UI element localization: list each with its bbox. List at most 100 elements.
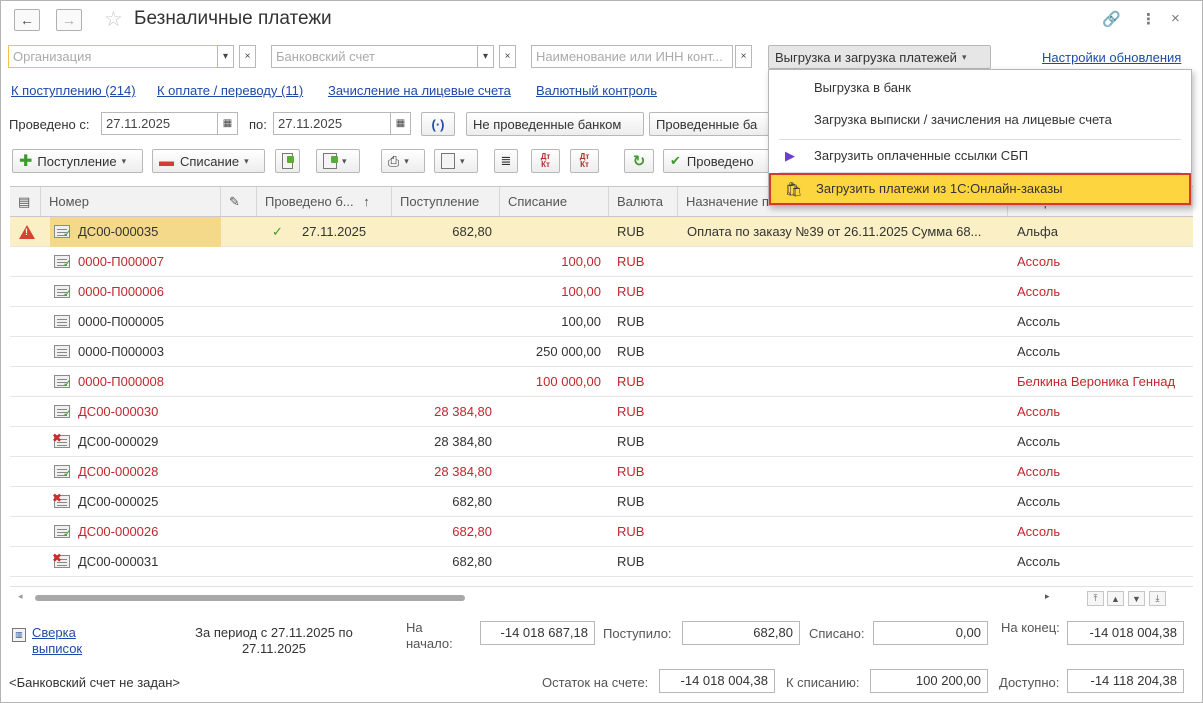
menu-item-load-statement[interactable]: Загрузка выписки / зачисления на лицевые… [769, 104, 1191, 136]
kt-dt-icon: Дт Кт [579, 152, 590, 169]
create-based-on-button[interactable]: ▾ [316, 149, 360, 173]
sbp-icon: ▶ [785, 148, 795, 163]
table-row[interactable]: ✓ 0000-П000006 100,00 RUB Ассоль [10, 277, 1193, 307]
calendar-from-button[interactable]: ▦ [217, 112, 238, 135]
start-balance-value: -14 018 687,18 [480, 621, 595, 645]
personal-accounts-link[interactable]: Зачисление на лицевые счета [328, 83, 511, 98]
table-row[interactable]: ✖ ДС00-000031 682,80 RUB Ассоль [10, 547, 1193, 577]
period-icon: (·) [431, 116, 445, 132]
chevron-down-icon: ▾ [961, 51, 967, 62]
list-button[interactable]: ≣ [494, 149, 518, 173]
table-row[interactable]: ! ✓ ДС00-000035 ✓ 27.11.2025 682,80 RUB … [10, 217, 1193, 247]
table-row[interactable]: ✖ ДС00-000029 28 384,80 RUB Ассоль [10, 427, 1193, 457]
currency-control-link[interactable]: Валютный контроль [536, 83, 657, 98]
scroll-top-button[interactable]: ⤒ [1087, 591, 1104, 606]
horizontal-scrollbar[interactable]: ◂ ▸ ⤒ ▲ ▼ ⤓ [10, 586, 1193, 606]
scrollbar-thumb[interactable] [35, 595, 465, 601]
table-row[interactable]: ✓ 0000-П000007 100,00 RUB Ассоль [10, 247, 1193, 277]
to-payment-link[interactable]: К оплате / переводу (11) [157, 83, 303, 98]
table-row[interactable]: 0000-П000003 250 000,00 RUB Ассоль [10, 337, 1193, 367]
cell-number: ДС00-000031 [78, 554, 159, 569]
back-button[interactable]: ← [14, 9, 40, 31]
end-balance-value: -14 018 004,38 [1067, 621, 1184, 645]
cell-counterparty: Белкина Вероника Геннад [1017, 374, 1176, 389]
scroll-down-button[interactable]: ▼ [1128, 591, 1145, 606]
writeoff-create-button[interactable]: ▬ Списание ▾ [152, 149, 265, 173]
payments-table: ! ✓ ДС00-000035 ✓ 27.11.2025 682,80 RUB … [10, 217, 1193, 585]
posted-filter-button[interactable]: Проведенные ба [649, 112, 769, 136]
cell-receipt: 682,80 [452, 554, 492, 569]
calendar-to-button[interactable]: ▦ [390, 112, 411, 135]
cell-counterparty: Ассоль [1017, 524, 1061, 539]
organization-dropdown-button[interactable]: ▾ [217, 45, 234, 68]
table-row[interactable]: ✓ ДС00-000028 28 384,80 RUB Ассоль [10, 457, 1193, 487]
reports-button[interactable]: ▾ [434, 149, 478, 173]
bank-account-input[interactable]: Банковский счет [271, 45, 478, 68]
dt-kt-button[interactable]: Дт Кт [531, 149, 560, 173]
refresh-button[interactable]: ↻ [624, 149, 654, 173]
receipt-create-button[interactable]: ✚ Поступление ▾ [12, 149, 143, 173]
reconciliation-link[interactable]: Сверка выписок [32, 625, 102, 657]
table-row[interactable]: ✓ ДС00-000026 682,80 RUB Ассоль [10, 517, 1193, 547]
unload-load-payments-button[interactable]: Выгрузка и загрузка платежей ▾ [768, 45, 991, 69]
chevron-down-icon: ▾ [482, 51, 489, 62]
bank-account-not-set: <Банковский счет не задан> [9, 675, 180, 690]
copy-button[interactable] [275, 149, 300, 173]
header-posted-by-bank[interactable]: Проведено б... ↑ [257, 187, 392, 216]
header-attachment[interactable]: ✎ [221, 187, 257, 216]
account-balance-value: -14 018 004,38 [659, 669, 775, 693]
print-button[interactable]: ⎙ ▾ [381, 149, 425, 173]
period-choose-button[interactable]: (·) [421, 112, 455, 136]
update-settings-link[interactable]: Настройки обновления [1042, 50, 1181, 65]
cell-currency: RUB [617, 554, 645, 569]
document-icon [54, 345, 70, 358]
print-icon: ⎙ [388, 152, 400, 169]
cell-number: ДС00-000030 [78, 404, 159, 419]
counterparty-clear-button[interactable]: × [735, 45, 752, 68]
header-number[interactable]: Номер [41, 187, 221, 216]
bank-account-dropdown-button[interactable]: ▾ [477, 45, 494, 68]
counterparty-search-input[interactable]: Наименование или ИНН конт... [531, 45, 733, 68]
organization-clear-button[interactable]: × [239, 45, 256, 68]
cell-counterparty: Ассоль [1017, 464, 1061, 479]
forward-button[interactable]: → [56, 9, 82, 31]
organization-input[interactable]: Организация [8, 45, 218, 68]
close-icon[interactable]: × [1171, 10, 1180, 27]
account-balance-label: Остаток на счете: [542, 675, 649, 690]
document-icon [54, 315, 70, 328]
menu-item-load-online-orders[interactable]: 🛍 Загрузить платежи из 1С:Онлайн-заказы [769, 173, 1191, 205]
not-posted-filter-button[interactable]: Не проведенные банком [466, 112, 644, 136]
kt-dt-button[interactable]: Дт Кт [570, 149, 599, 173]
menu-item-unload-to-bank[interactable]: Выгрузка в банк [769, 72, 1191, 104]
cell-counterparty: Ассоль [1017, 314, 1061, 329]
header-writeoff[interactable]: Списание [500, 187, 609, 216]
header-status-col[interactable]: ▤ [10, 187, 41, 216]
table-row[interactable]: ✓ ДС00-000030 28 384,80 RUB Ассоль [10, 397, 1193, 427]
posted-button[interactable]: ✔ Проведено [663, 149, 769, 173]
posted-to-input[interactable]: 27.11.2025 [273, 112, 391, 135]
bank-account-clear-button[interactable]: × [499, 45, 516, 68]
cell-receipt: 682,80 [452, 494, 492, 509]
table-row[interactable]: 0000-П000005 100,00 RUB Ассоль [10, 307, 1193, 337]
cell-receipt: 682,80 [452, 224, 492, 239]
cell-number: 0000-П000005 [78, 314, 164, 329]
header-currency[interactable]: Валюта [609, 187, 678, 216]
scroll-up-button[interactable]: ▲ [1107, 591, 1124, 606]
more-icon[interactable]: ⋮ [1141, 10, 1156, 28]
posted-from-input[interactable]: 27.11.2025 [101, 112, 218, 135]
cell-currency: RUB [617, 524, 645, 539]
cell-counterparty: Ассоль [1017, 344, 1061, 359]
scroll-bottom-button[interactable]: ⤓ [1149, 591, 1166, 606]
header-receipt[interactable]: Поступление [392, 187, 500, 216]
table-row[interactable]: ✖ ДС00-000025 682,80 RUB Ассоль [10, 487, 1193, 517]
scroll-right-icon[interactable]: ▸ [1045, 591, 1050, 602]
cell-counterparty: Ассоль [1017, 404, 1061, 419]
posted-from-label: Проведено с: [9, 117, 90, 132]
reconciliation-icon: ▥ [12, 628, 26, 642]
favorite-star-icon[interactable]: ☆ [104, 7, 123, 32]
table-row[interactable]: ✓ 0000-П000008 100 000,00 RUB Белкина Ве… [10, 367, 1193, 397]
link-icon[interactable]: 🔗 [1102, 10, 1121, 28]
scroll-left-icon[interactable]: ◂ [18, 591, 23, 602]
menu-item-load-sbp-links[interactable]: ▶ Загрузить оплаченные ссылки СБП [769, 140, 1191, 172]
to-receipt-link[interactable]: К поступлению (214) [11, 83, 136, 98]
